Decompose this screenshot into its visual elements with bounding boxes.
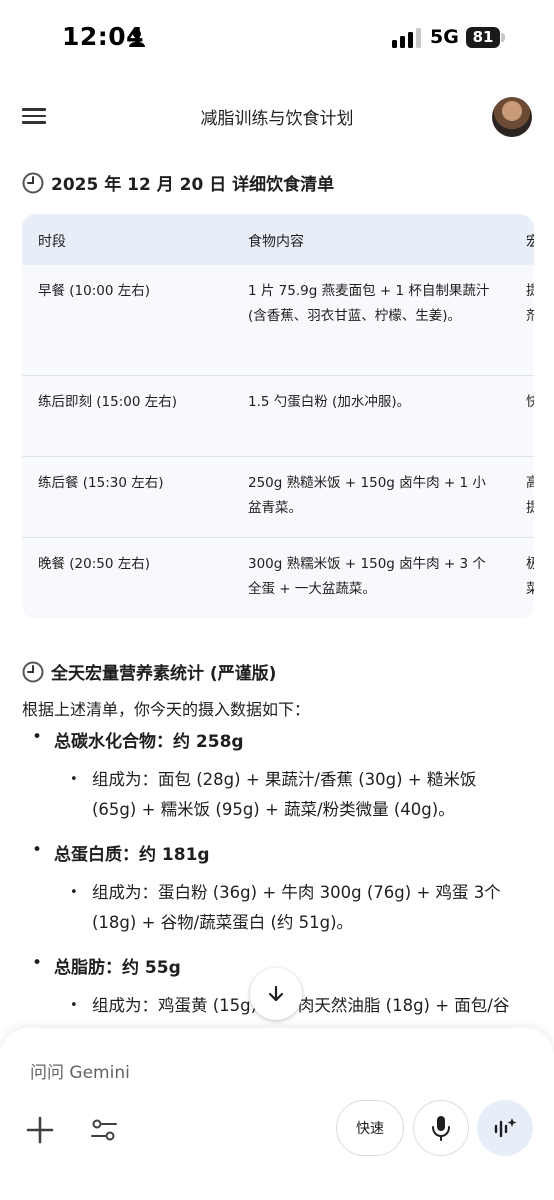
food-cell: 300g 熟糯米饭 + 150g 卤牛肉 + 3 个 全蛋 + 一大盆蔬菜。 — [248, 552, 500, 602]
app-header: 减脂训练与饮食计划 — [0, 86, 554, 148]
section-title: 2025 年 12 月 20 日 详细饮食清单 — [51, 175, 335, 195]
column-header-food: 食物内容 — [248, 234, 304, 250]
table-row: 晚餐 (20:50 左右) 300g 熟糯米饭 + 150g 卤牛肉 + 3 个… — [22, 538, 534, 619]
arrow-down-icon — [268, 985, 284, 1002]
network-label: 5G — [430, 26, 459, 48]
period-cell: 晚餐 (20:50 左右) — [38, 556, 151, 572]
intro-text: 根据上述清单，你今天的摄入数据如下： — [22, 700, 311, 719]
detail-line: (65g) + 糯米饭 (95g) + 蔬菜/粉类微量 (40g)。 — [92, 800, 455, 819]
list-item: 总脂肪：约 55g — [32, 953, 181, 978]
add-button[interactable] — [22, 1112, 58, 1148]
food-line: 1 片 75.9g 燕麦面包 + 1 杯自制果蔬汁 — [248, 283, 490, 299]
food-line: 300g 熟糯米饭 + 150g 卤牛肉 + 3 个 — [248, 556, 486, 572]
macro-cell: 高 提 — [526, 471, 534, 521]
macro-line: 极 — [526, 556, 534, 572]
chat-content: 2025 年 12 月 20 日 详细饮食清单 时段 食物内容 宏 早餐 (10… — [0, 148, 554, 1028]
detail-line: 组成为：鸡蛋黄 (15g) + 牛肉天然油脂 (18g) + 面包/谷 — [92, 996, 510, 1015]
list-item-label: 总脂肪：约 55g — [54, 958, 181, 978]
macro-line: 剂 — [526, 308, 534, 324]
section-heading-macros: 全天宏量营养素统计 (严谨版) — [22, 659, 276, 684]
macro-line: 提 — [526, 283, 534, 299]
list-item-label: 总碳水化合物：约 258g — [54, 732, 244, 752]
food-cell: 1 片 75.9g 燕麦面包 + 1 杯自制果蔬汁 (含香蕉、羽衣甘蓝、柠檬、生… — [248, 279, 500, 329]
page-title: 减脂训练与饮食计划 — [200, 109, 354, 129]
scroll-down-button[interactable] — [250, 968, 302, 1020]
tools-icon — [91, 1119, 117, 1141]
table-row: 练后餐 (15:30 左右) 250g 熟糙米饭 + 150g 卤牛肉 + 1 … — [22, 457, 534, 538]
list-item-label: 总蛋白质：约 181g — [54, 845, 210, 865]
macro-line: 菜 — [526, 581, 534, 597]
macro-cell: 极 菜 — [526, 552, 534, 602]
food-cell: 1.5 勺蛋白粉 (加水冲服)。 — [248, 390, 500, 415]
list-item: 总碳水化合物：约 258g — [32, 727, 244, 752]
column-header-period: 时段 — [38, 234, 66, 250]
clock-icon — [22, 661, 44, 682]
status-bar: 12:04 5G 81 — [0, 0, 554, 76]
tools-button[interactable] — [88, 1114, 120, 1146]
table-header: 时段 食物内容 宏 — [22, 214, 534, 265]
macro-line: 提 — [526, 500, 534, 516]
list-item: 总蛋白质：约 181g — [32, 840, 210, 865]
food-line: (含香蕉、羽衣甘蓝、柠檬、生姜)。 — [248, 308, 462, 324]
food-line: 全蛋 + 一大盆蔬菜。 — [248, 581, 376, 597]
fast-mode-button[interactable]: 快速 — [336, 1100, 404, 1156]
food-line: 1.5 勺蛋白粉 (加水冲服)。 — [248, 394, 411, 410]
section-title: 全天宏量营养素统计 (严谨版) — [51, 664, 277, 684]
meal-table: 时段 食物内容 宏 早餐 (10:00 左右) 1 片 75.9g 燕麦面包 +… — [22, 214, 534, 619]
period-cell: 练后即刻 (15:00 左右) — [38, 394, 178, 410]
composer: 快速 — [0, 1028, 554, 1200]
detail-line: (18g) + 谷物/蔬菜蛋白 (约 51g)。 — [92, 913, 354, 932]
macro-cell: 提 剂 — [526, 279, 534, 329]
period-cell: 早餐 (10:00 左右) — [38, 283, 151, 299]
food-line: 盆青菜。 — [248, 500, 302, 516]
battery-tip — [501, 33, 505, 42]
list-item-detail: 组成为：蛋白粉 (36g) + 牛肉 300g (76g) + 鸡蛋 3个 (1… — [70, 878, 530, 938]
prompt-input[interactable] — [30, 1060, 510, 1086]
period-cell: 练后餐 (15:30 左右) — [38, 475, 164, 491]
person-icon — [129, 30, 145, 47]
live-button[interactable] — [477, 1100, 533, 1156]
table-row: 早餐 (10:00 左右) 1 片 75.9g 燕麦面包 + 1 杯自制果蔬汁 … — [22, 265, 534, 376]
plus-icon — [26, 1116, 54, 1144]
food-cell: 250g 熟糙米饭 + 150g 卤牛肉 + 1 小 盆青菜。 — [248, 471, 500, 521]
macro-line: 快 — [526, 394, 534, 410]
signal-icon — [392, 28, 421, 48]
battery-indicator: 81 — [466, 27, 500, 48]
mic-button[interactable] — [413, 1100, 469, 1156]
table-row: 练后即刻 (15:00 左右) 1.5 勺蛋白粉 (加水冲服)。 快 — [22, 376, 534, 457]
macro-line: 高 — [526, 475, 534, 491]
section-heading-meal-list: 2025 年 12 月 20 日 详细饮食清单 — [22, 170, 334, 195]
live-icon — [494, 1118, 517, 1138]
macro-cell: 快 — [526, 390, 534, 415]
detail-line: 组成为：面包 (28g) + 果蔬汁/香蕉 (30g) + 糙米饭 — [92, 770, 477, 789]
mic-icon — [432, 1116, 450, 1141]
food-line: 250g 熟糙米饭 + 150g 卤牛肉 + 1 小 — [248, 475, 486, 491]
detail-line: 组成为：蛋白粉 (36g) + 牛肉 300g (76g) + 鸡蛋 3个 — [92, 883, 501, 902]
clock-icon — [22, 172, 44, 193]
column-header-macro: 宏 — [526, 234, 534, 250]
list-item-detail: 组成为：面包 (28g) + 果蔬汁/香蕉 (30g) + 糙米饭 (65g) … — [70, 765, 530, 825]
avatar[interactable] — [492, 97, 532, 137]
